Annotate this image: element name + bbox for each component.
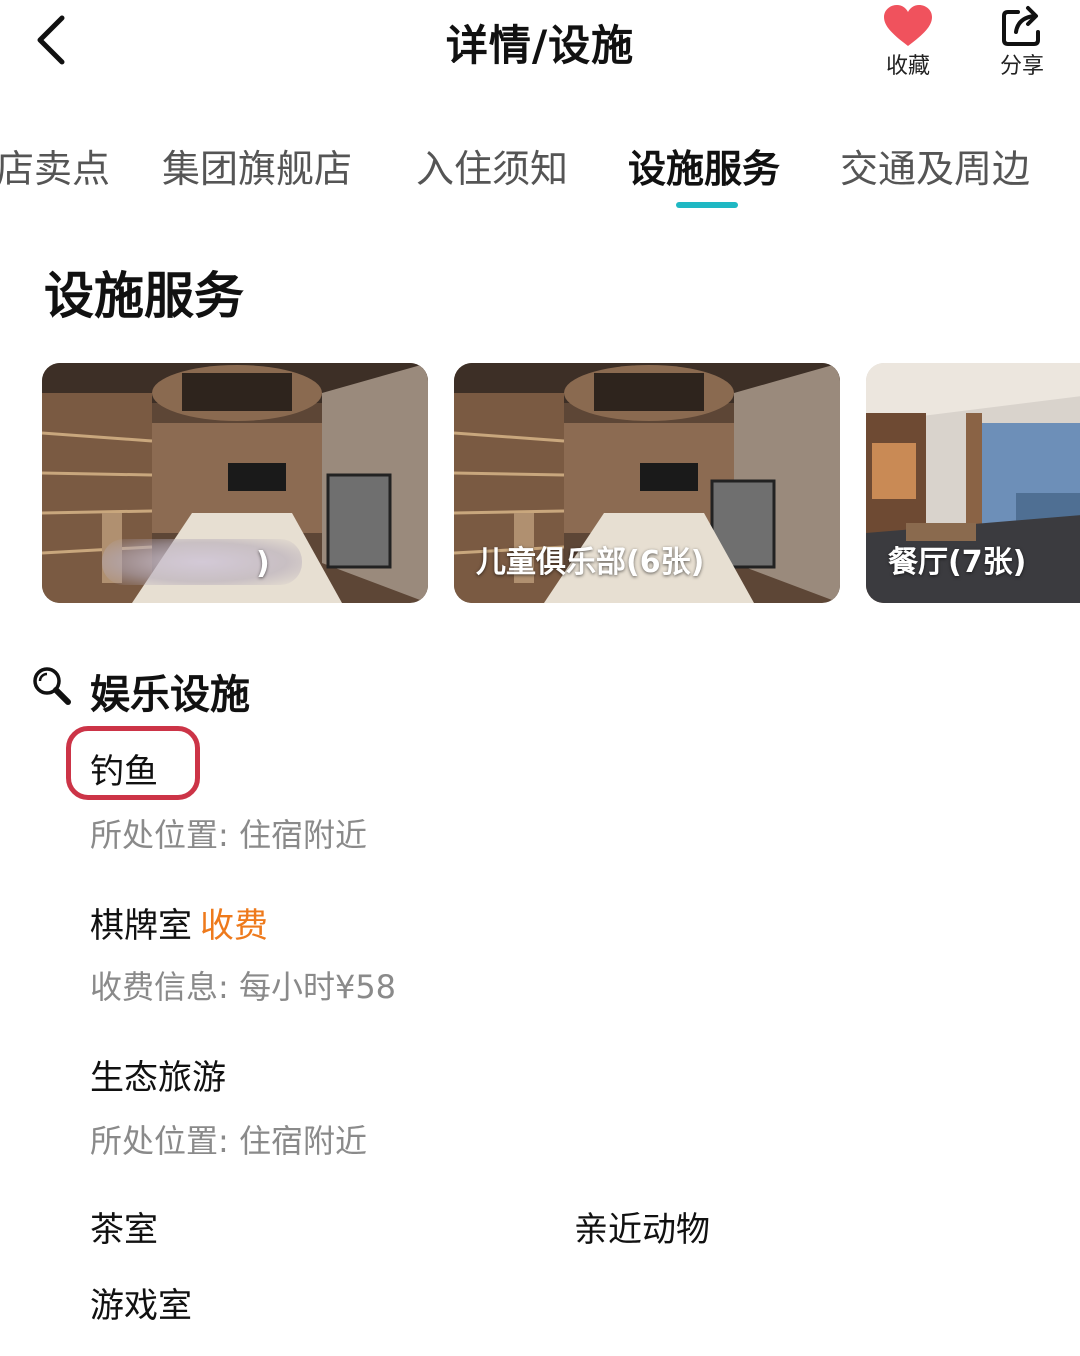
facility-eco-tourism: 生态旅游 xyxy=(90,1058,226,1098)
photo-caption-2: 儿童俱乐部(6张) xyxy=(476,545,705,580)
back-button[interactable] xyxy=(28,12,80,68)
facility-fishing: 钓鱼 xyxy=(90,752,158,792)
share-icon xyxy=(1002,6,1040,46)
fee-tag: 收费 xyxy=(200,906,268,946)
facility-game-room: 游戏室 xyxy=(90,1286,192,1326)
tab-flagship-store[interactable]: 集团旗舰店 xyxy=(162,138,352,193)
chevron-left-icon xyxy=(37,15,65,65)
photo-caption-3: 餐厅(7张) xyxy=(888,545,1027,580)
blurred-caption-mask xyxy=(102,539,302,585)
share-label: 分享 xyxy=(999,54,1044,79)
photo-card-1[interactable]: ) xyxy=(42,363,428,603)
tab-selling-points[interactable]: 店卖点 xyxy=(0,138,110,193)
facility-eco-tourism-detail: 所处位置: 住宿附近 xyxy=(90,1122,367,1160)
section-title: 设施服务 xyxy=(44,267,244,325)
photo-caption-1: ) xyxy=(256,546,270,581)
top-bar: 详情/设施 收藏 分享 xyxy=(0,0,1080,90)
photo-card-3[interactable]: 餐厅(7张) xyxy=(866,363,1080,603)
tab-transport-surroundings[interactable]: 交通及周边 xyxy=(840,138,1030,193)
favorite-button[interactable]: 收藏 xyxy=(868,2,948,82)
favorite-label: 收藏 xyxy=(885,54,930,79)
tab-active-indicator xyxy=(676,202,738,208)
facility-animal-petting: 亲近动物 xyxy=(574,1210,710,1250)
tab-check-in-notice[interactable]: 入住须知 xyxy=(416,138,568,193)
category-title: 娱乐设施 xyxy=(90,672,250,718)
facility-chess-room-detail: 收费信息: 每小时¥58 xyxy=(90,968,397,1006)
photo-card-2[interactable]: 儿童俱乐部(6张) xyxy=(454,363,840,603)
tab-facilities[interactable]: 设施服务 xyxy=(628,138,780,193)
tab-bar: 店卖点 集团旗舰店 入住须知 设施服务 交通及周边 xyxy=(0,130,1080,220)
heart-icon xyxy=(884,5,932,46)
facility-fishing-detail: 所处位置: 住宿附近 xyxy=(90,816,367,854)
facility-chess-room-name: 棋牌室 xyxy=(90,906,192,946)
search-icon xyxy=(33,667,71,705)
share-button[interactable]: 分享 xyxy=(982,2,1062,82)
facility-tea-room: 茶室 xyxy=(90,1210,158,1250)
facility-chess-room: 棋牌室 收费 xyxy=(90,898,268,947)
